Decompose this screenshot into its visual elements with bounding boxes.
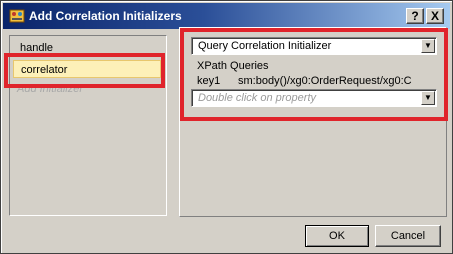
ok-button[interactable]: OK xyxy=(305,225,369,247)
window-title: Add Correlation Initializers xyxy=(29,9,182,23)
highlight-box-right xyxy=(180,28,448,121)
highlight-box-left xyxy=(4,53,165,88)
title-bar[interactable]: Add Correlation Initializers ? X xyxy=(3,3,450,29)
close-button[interactable]: X xyxy=(426,8,444,24)
cancel-button[interactable]: Cancel xyxy=(375,225,441,247)
help-button[interactable]: ? xyxy=(406,8,424,24)
app-icon xyxy=(9,9,25,23)
